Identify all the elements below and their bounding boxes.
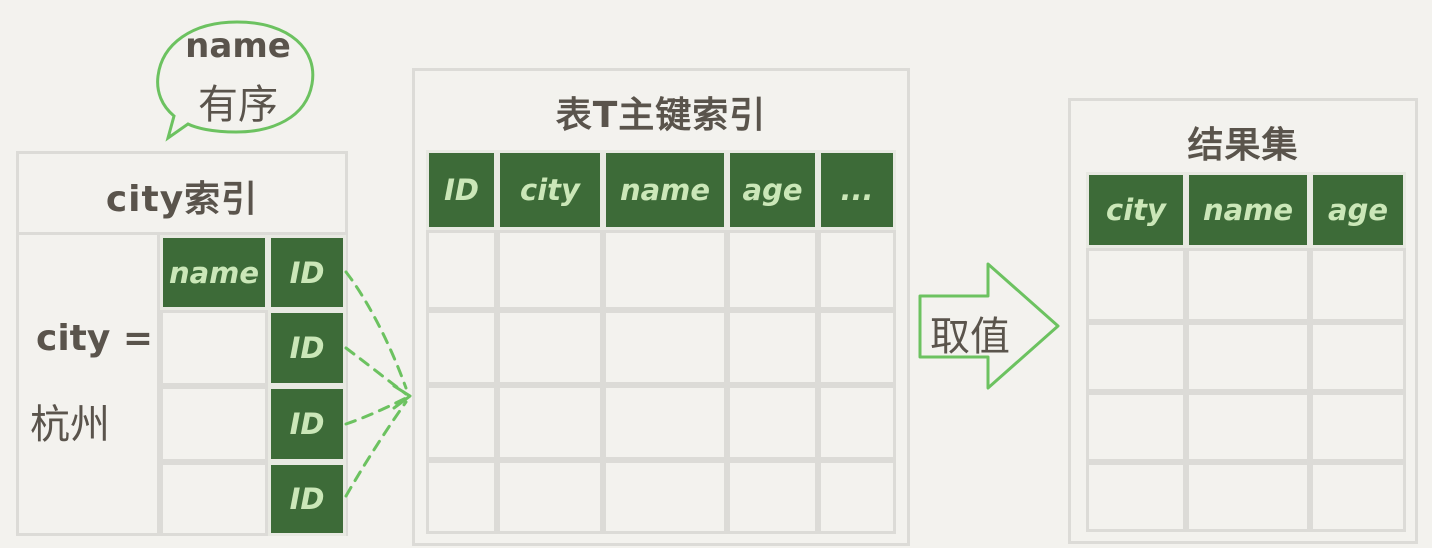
dashed-arrow-head — [392, 384, 412, 410]
dashed-arrow-line — [344, 396, 408, 426]
dashed-arrows-svg — [344, 270, 412, 498]
dashed-arrow-line — [344, 400, 408, 498]
